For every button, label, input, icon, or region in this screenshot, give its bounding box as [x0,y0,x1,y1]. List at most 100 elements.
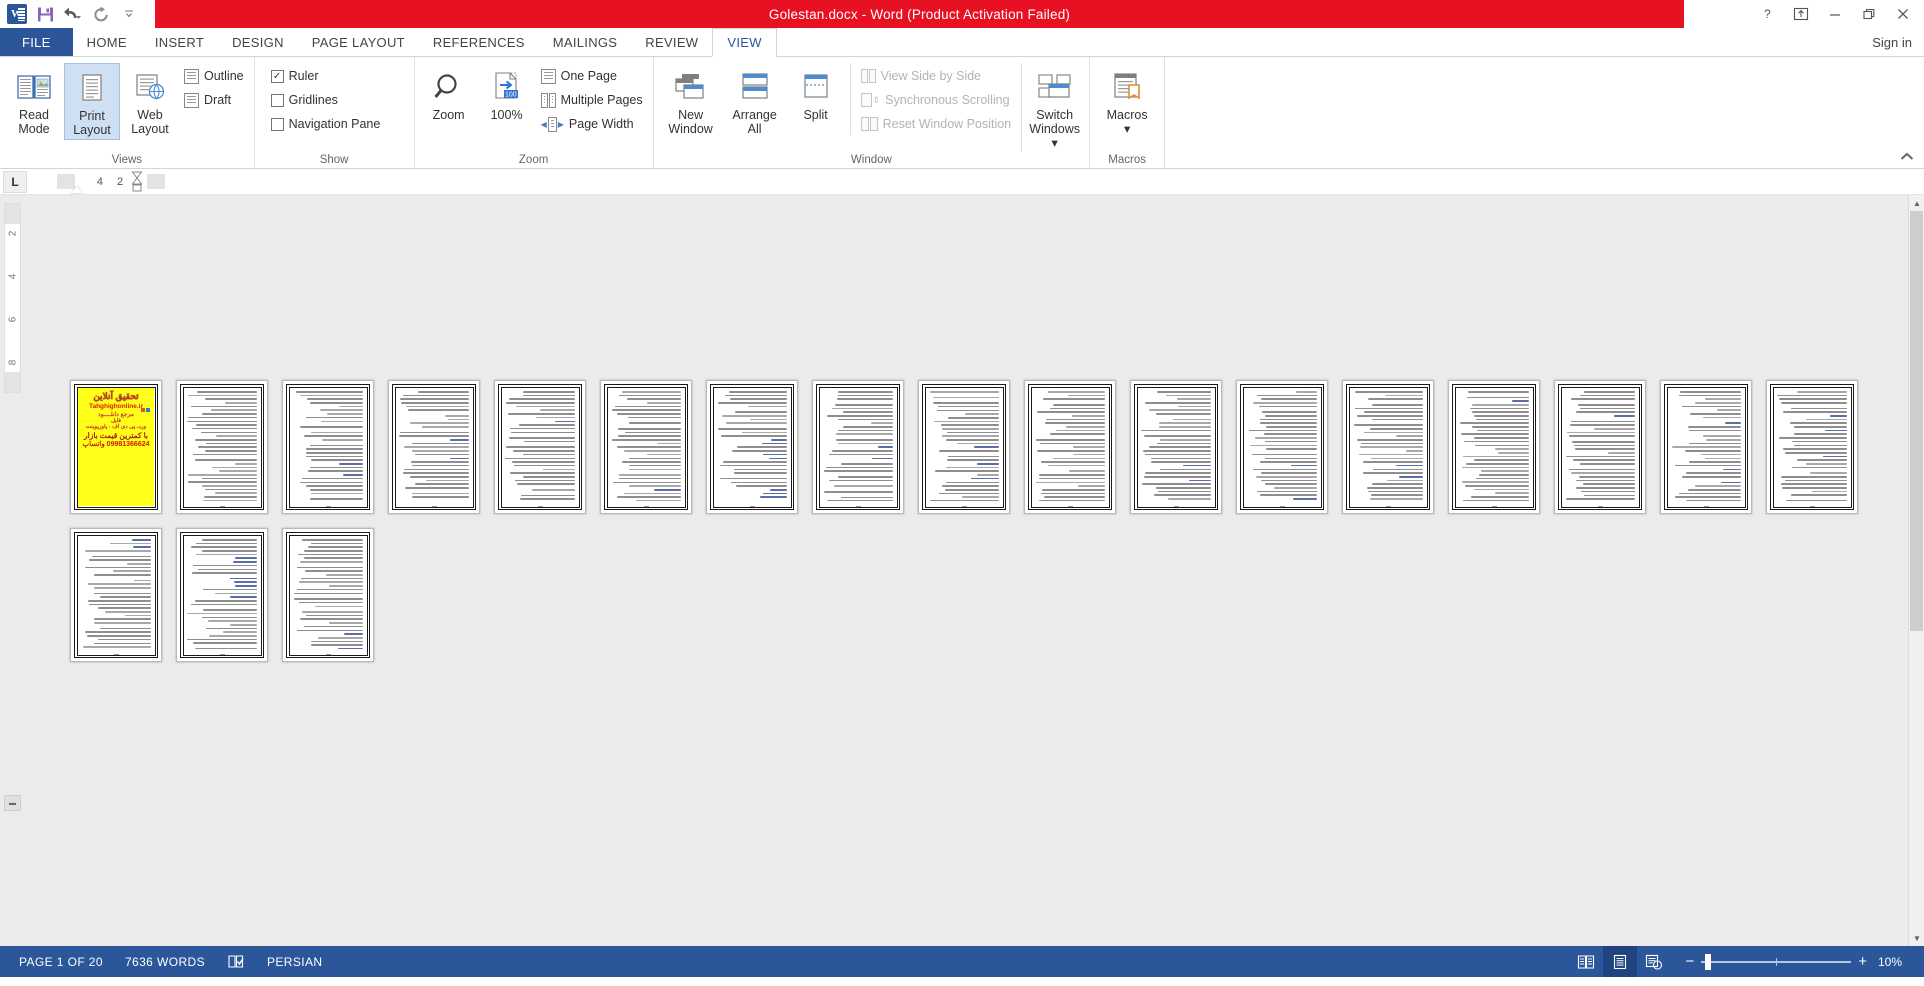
web-layout-button[interactable]: Web Layout [122,63,178,138]
proofing-errors-icon[interactable] [216,946,256,977]
page-number-mark [1241,506,1323,507]
vertical-scrollbar[interactable]: ▲ ▼ [1908,195,1924,946]
page-thumbnail-16[interactable] [1660,380,1752,514]
zoom-100-button[interactable]: 100 100% [479,63,535,124]
page-thumbnail-20[interactable] [282,528,374,662]
tab-mailings[interactable]: MAILINGS [539,28,632,56]
restore-button[interactable] [1852,1,1886,27]
gridlines-checkbox-row[interactable]: Gridlines [267,89,385,111]
zoom-slider[interactable]: − + 10% [1671,953,1918,970]
page-thumbnail-4[interactable] [388,380,480,514]
navigation-pane-checkbox-row[interactable]: Navigation Pane [267,113,385,135]
document-canvas[interactable]: 2 4 6 8 تحقیق آنلاین Tahghighonline.ir م… [0,195,1924,946]
print-layout-button[interactable]: Print Layout [64,63,120,140]
page-thumbnail-5[interactable] [494,380,586,514]
macros-dropdown-icon[interactable]: ▾ [1124,122,1130,136]
tab-home[interactable]: HOME [73,28,141,56]
vertical-ruler[interactable]: 2 4 6 8 [4,203,21,393]
tab-file[interactable]: FILE [0,28,73,56]
reset-window-position-button[interactable]: Reset Window Position [857,113,1016,135]
read-mode-view-button[interactable] [1569,946,1603,977]
customize-qat-icon[interactable] [116,2,142,26]
outline-button[interactable]: Outline [180,65,248,87]
page-indicator[interactable]: PAGE 1 OF 20 [8,946,114,977]
tab-review[interactable]: REVIEW [631,28,712,56]
one-page-button[interactable]: One Page [537,65,647,87]
page-thumbnail-14[interactable] [1448,380,1540,514]
draft-button[interactable]: Draft [180,89,248,111]
zoom-button[interactable]: Zoom [421,63,477,124]
page-thumbnail-8[interactable] [812,380,904,514]
page-thumbnail-3[interactable] [282,380,374,514]
horizontal-ruler[interactable]: 4 2 [57,171,165,193]
zoom-slider-track[interactable] [1701,953,1852,970]
web-layout-view-button[interactable] [1637,946,1671,977]
help-button[interactable]: ? [1750,1,1784,27]
macros-icon [1109,66,1145,108]
page-thumbnail-9[interactable] [918,380,1010,514]
page-thumbnail-11[interactable] [1130,380,1222,514]
language-indicator[interactable]: PERSIAN [256,946,333,977]
page-thumbnail-1[interactable]: تحقیق آنلاین Tahghighonline.ir مرجع دانل… [70,380,162,514]
view-side-by-side-button[interactable]: View Side by Side [857,65,1016,87]
minimize-button[interactable] [1818,1,1852,27]
page-thumbnail-6[interactable] [600,380,692,514]
read-mode-button[interactable]: Read Mode [6,63,62,138]
collapse-ribbon-icon[interactable] [1900,150,1914,164]
tab-references[interactable]: REFERENCES [419,28,539,56]
scroll-down-icon[interactable]: ▼ [1909,930,1924,946]
save-icon[interactable] [32,2,58,26]
page-thumbnail-18[interactable] [70,528,162,662]
zoom-in-button[interactable]: + [1858,954,1867,969]
page-thumbnail-17[interactable] [1766,380,1858,514]
word-count[interactable]: 7636 WORDS [114,946,216,977]
ribbon-display-options-button[interactable] [1784,1,1818,27]
close-button[interactable] [1886,1,1920,27]
page-thumbnail-12[interactable] [1236,380,1328,514]
tab-page-layout[interactable]: PAGE LAYOUT [298,28,419,56]
first-line-indent-marker[interactable] [71,186,83,193]
tab-view[interactable]: VIEW [712,28,777,57]
zoom-out-button[interactable]: − [1685,954,1694,969]
scroll-up-icon[interactable]: ▲ [1909,195,1924,211]
page-thumbnail-13[interactable] [1342,380,1434,514]
switch-windows-button[interactable]: Switch Windows ▾ [1021,63,1083,152]
scrollbar-thumb[interactable] [1910,211,1923,631]
sign-in-link[interactable]: Sign in [1872,28,1912,57]
ruler-checkbox[interactable]: ✓ [270,69,284,83]
arrange-all-button[interactable]: Arrange All [724,63,786,138]
page-width-button[interactable]: ◀ ▶ Page Width [537,113,647,135]
redo-icon[interactable] [88,2,114,26]
navigation-pane-checkbox[interactable] [270,117,284,131]
page-thumbnail-19[interactable] [176,528,268,662]
page-number-mark [1453,506,1535,507]
ribbon: Read Mode Print Layout Web Layout Outlin… [0,57,1924,169]
ruler-checkbox-row[interactable]: ✓ Ruler [267,65,385,87]
macros-button[interactable]: Macros ▾ [1096,63,1158,138]
tab-insert[interactable]: INSERT [141,28,218,56]
zoom-slider-thumb[interactable] [1705,953,1712,970]
new-window-button[interactable]: New Window [660,63,722,138]
synchronous-scrolling-button[interactable]: ⇕ Synchronous Scrolling [857,89,1016,111]
ribbon-group-macros: Macros ▾ Macros [1090,57,1166,168]
view-side-by-side-label: View Side by Side [880,69,982,83]
multiple-pages-button[interactable]: Multiple Pages [537,89,647,111]
split-handle[interactable]: ▬ [4,795,21,811]
page-body-text [1671,391,1741,501]
split-button[interactable]: Split [788,63,844,124]
zoom-level[interactable]: 10% [1874,955,1908,969]
right-indent-marker[interactable] [131,171,143,198]
draft-icon [184,92,199,108]
gridlines-checkbox[interactable] [270,93,284,107]
print-layout-view-button[interactable] [1603,946,1638,977]
page-body-text [505,391,575,501]
split-icon [800,66,832,108]
undo-icon[interactable] [60,2,86,26]
page-thumbnail-15[interactable] [1554,380,1646,514]
tab-stop-selector[interactable]: L [3,170,27,193]
page-thumbnail-7[interactable] [706,380,798,514]
page-thumbnail-2[interactable] [176,380,268,514]
tab-design[interactable]: DESIGN [218,28,298,56]
synchronous-scrolling-icon: ⇕ [860,93,880,107]
page-thumbnail-10[interactable] [1024,380,1116,514]
